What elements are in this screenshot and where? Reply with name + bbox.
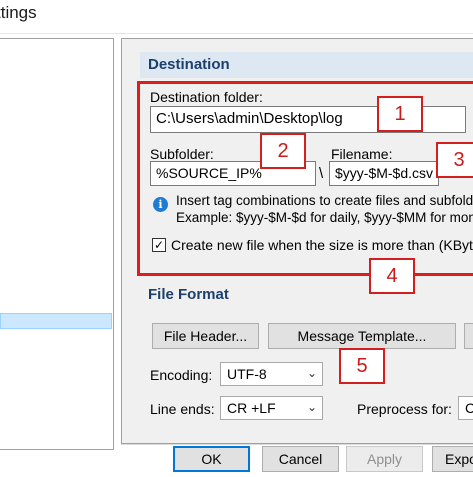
callout-3: 3 — [436, 142, 473, 178]
preprocess-value: CS — [465, 400, 473, 416]
export-button[interactable]: Expo — [432, 446, 473, 472]
apply-button[interactable]: Apply — [346, 446, 423, 472]
encoding-select[interactable]: UTF-8 ⌄ — [220, 362, 323, 386]
window-title: ttings — [0, 3, 37, 22]
callout-5: 5 — [339, 348, 385, 384]
line-ends-select[interactable]: CR +LF ⌄ — [220, 396, 323, 420]
line-ends-label: Line ends: — [150, 401, 215, 417]
ok-button[interactable]: OK — [173, 446, 250, 472]
callout-2: 2 — [260, 133, 306, 169]
message-template-button[interactable]: Message Template... — [268, 323, 456, 349]
nav-selected-item[interactable] — [0, 313, 112, 329]
title-separator — [0, 33, 473, 34]
file-header-button[interactable]: File Header... — [152, 323, 259, 349]
destination-section-header: Destination — [140, 52, 473, 78]
encoding-value: UTF-8 — [227, 366, 267, 382]
file-format-section-header: File Format — [140, 282, 473, 308]
footer-separator — [121, 444, 473, 445]
preprocess-select[interactable]: CS — [458, 396, 473, 420]
callout-1: 1 — [377, 96, 423, 132]
cancel-button[interactable]: Cancel — [262, 446, 339, 472]
line-ends-value: CR +LF — [227, 400, 276, 416]
chevron-down-icon: ⌄ — [306, 366, 317, 380]
preprocess-label: Preprocess for: — [357, 401, 452, 417]
settings-nav-panel[interactable] — [0, 38, 114, 450]
chevron-down-icon: ⌄ — [306, 400, 317, 414]
encoding-label: Encoding: — [150, 367, 213, 383]
callout-4: 4 — [369, 258, 415, 294]
extra-button-partial[interactable] — [464, 323, 473, 349]
